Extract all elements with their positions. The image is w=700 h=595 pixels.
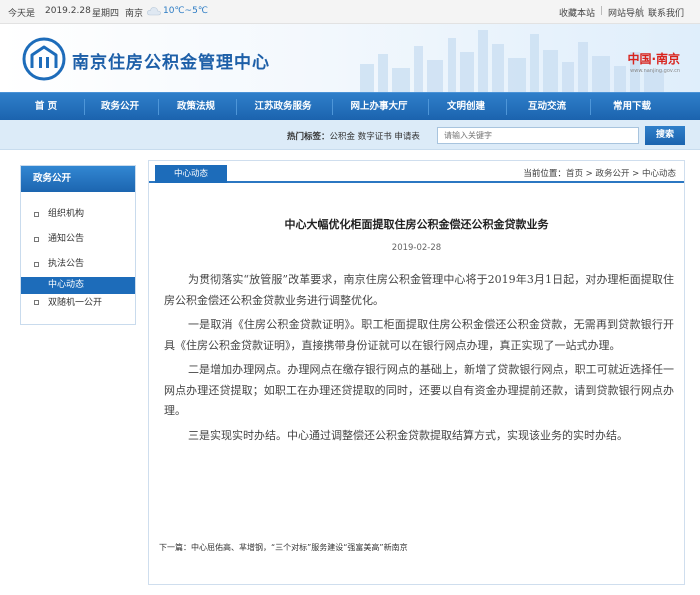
nav-divider (506, 99, 507, 115)
sidebar-item-organization[interactable]: 组织机构 (21, 202, 135, 227)
current-date: 2019.2.28 (45, 6, 91, 16)
brand-url: www.nanjing.gov.cn (630, 68, 680, 74)
house-emblem-icon (22, 37, 66, 81)
article-paragraph: 二是增加办理网点。办理网点在缴存银行网点的基础上，新增了贷款银行网点，职工可就近… (164, 363, 674, 417)
nav-divider (590, 99, 591, 115)
temperature: 10℃~5℃ (163, 6, 208, 16)
divider: | (640, 6, 644, 16)
article-panel: 中心动态 当前位置：首页 > 政务公开 > 中心动态 中心大幅优化柜面提取住房公… (148, 160, 685, 585)
nav-downloads[interactable]: 常用下载 (592, 93, 672, 121)
sidebar-item-label: 执法公告 (48, 259, 85, 269)
nav-online-hall[interactable]: 网上办事大厅 (334, 93, 424, 121)
contact-link[interactable]: 联系我们 (648, 6, 684, 19)
city: 南京 (125, 9, 144, 19)
sidebar-item-center-news[interactable]: 中心动态 (21, 277, 135, 294)
sidebar-item-notices[interactable]: 通知公告 (21, 227, 135, 252)
nav-civilization[interactable]: 文明创建 (430, 93, 502, 121)
main-nav: 首 页 政务公开 政策法规 江苏政务服务 网上办事大厅 文明创建 互动交流 常用… (0, 92, 700, 120)
tab-center-news[interactable]: 中心动态 (155, 165, 227, 183)
site-header: 南京住房公积金管理中心 中国·南京 www.nanjing.gov.cn (0, 24, 700, 92)
sidebar-item-label: 通知公告 (48, 234, 85, 244)
breadcrumb-label: 当前位置： (523, 169, 566, 179)
divider: | (600, 6, 604, 16)
today-label: 今天是 (8, 9, 36, 19)
sidebar: 政务公开 组织机构 通知公告 执法公告 中心动态 双随机一公开 (20, 165, 136, 325)
top-info-bar: 今天是 2019.2.28 星期四 南京 10℃~5℃ 收藏本站 | 网站导航 … (0, 0, 700, 24)
nav-policies[interactable]: 政策法规 (160, 93, 232, 121)
square-bullet-icon (34, 212, 39, 217)
bookmark-link[interactable]: 收藏本站 (559, 6, 595, 19)
article-paragraph: 为贯彻落实“放管服”改革要求，南京住房公积金管理中心将于2019年3月1日起，对… (164, 273, 674, 307)
sidebar-list: 组织机构 通知公告 执法公告 中心动态 双随机一公开 (21, 192, 135, 312)
nav-divider (158, 99, 159, 115)
nav-divider (428, 99, 429, 115)
sidebar-item-label: 中心动态 (48, 280, 85, 290)
sidebar-item-label: 双随机一公开 (48, 298, 103, 308)
nav-divider (236, 99, 237, 115)
nav-gov-affairs[interactable]: 政务公开 (86, 93, 154, 121)
brand-name: 中国·南京 (627, 52, 680, 66)
article-title: 中心大幅优化柜面提取住房公积金偿还公积金贷款业务 (284, 218, 549, 231)
nav-home[interactable]: 首 页 (10, 93, 82, 121)
nav-jiangsu-services[interactable]: 江苏政务服务 (238, 93, 328, 121)
article-body: 为贯彻落实“放管服”改革要求，南京住房公积金管理中心将于2019年3月1日起，对… (164, 270, 674, 450)
sidebar-title: 政务公开 (21, 166, 135, 192)
breadcrumb: 当前位置：首页 > 政务公开 > 中心动态 (523, 167, 676, 179)
article-paragraph: 一是取消《住房公积金贷款证明》。职工柜面提取住房公积金偿还公积金贷款，无需再到贷… (164, 318, 674, 352)
nav-divider (84, 99, 85, 115)
hot-tags: 热门标签：公积金 数字证书 申请表 (287, 130, 420, 142)
search-input[interactable] (437, 127, 639, 144)
square-bullet-icon (34, 300, 39, 305)
site-nav-link[interactable]: 网站导航 (608, 6, 644, 19)
brand-logo[interactable]: 中国·南京 www.nanjing.gov.cn (627, 50, 680, 74)
search-button[interactable]: 搜索 (645, 126, 685, 145)
article-panel-header: 中心动态 当前位置：首页 > 政务公开 > 中心动态 (149, 161, 684, 183)
next-article-link[interactable]: 下一篇：中心屈佑高、芈增钢，“三个对标”服务建设“强富美高”新南京 (159, 542, 408, 553)
weekday: 星期四 (92, 9, 120, 19)
site-title[interactable]: 南京住房公积金管理中心 (72, 48, 270, 73)
square-bullet-icon (34, 237, 39, 242)
hot-tags-list[interactable]: 公积金 数字证书 申请表 (330, 132, 420, 142)
cloud-icon (147, 7, 161, 16)
article-date: 2019-02-28 (391, 243, 442, 253)
square-bullet-icon (34, 262, 39, 267)
nav-interaction[interactable]: 互动交流 (508, 93, 586, 121)
sidebar-item-enforcement[interactable]: 执法公告 (21, 252, 135, 277)
hot-tags-label: 热门标签： (287, 132, 330, 142)
article-paragraph: 三是实现实时办结。中心通过调整偿还公积金贷款提取结算方式，实现该业务的实时办结。 (188, 428, 628, 442)
search-strip: 热门标签：公积金 数字证书 申请表 搜索 (0, 120, 700, 150)
breadcrumb-path[interactable]: 首页 > 政务公开 > 中心动态 (566, 169, 676, 179)
sidebar-item-double-random[interactable]: 双随机一公开 (21, 294, 135, 312)
sidebar-item-label: 组织机构 (48, 209, 85, 219)
nav-divider (332, 99, 333, 115)
